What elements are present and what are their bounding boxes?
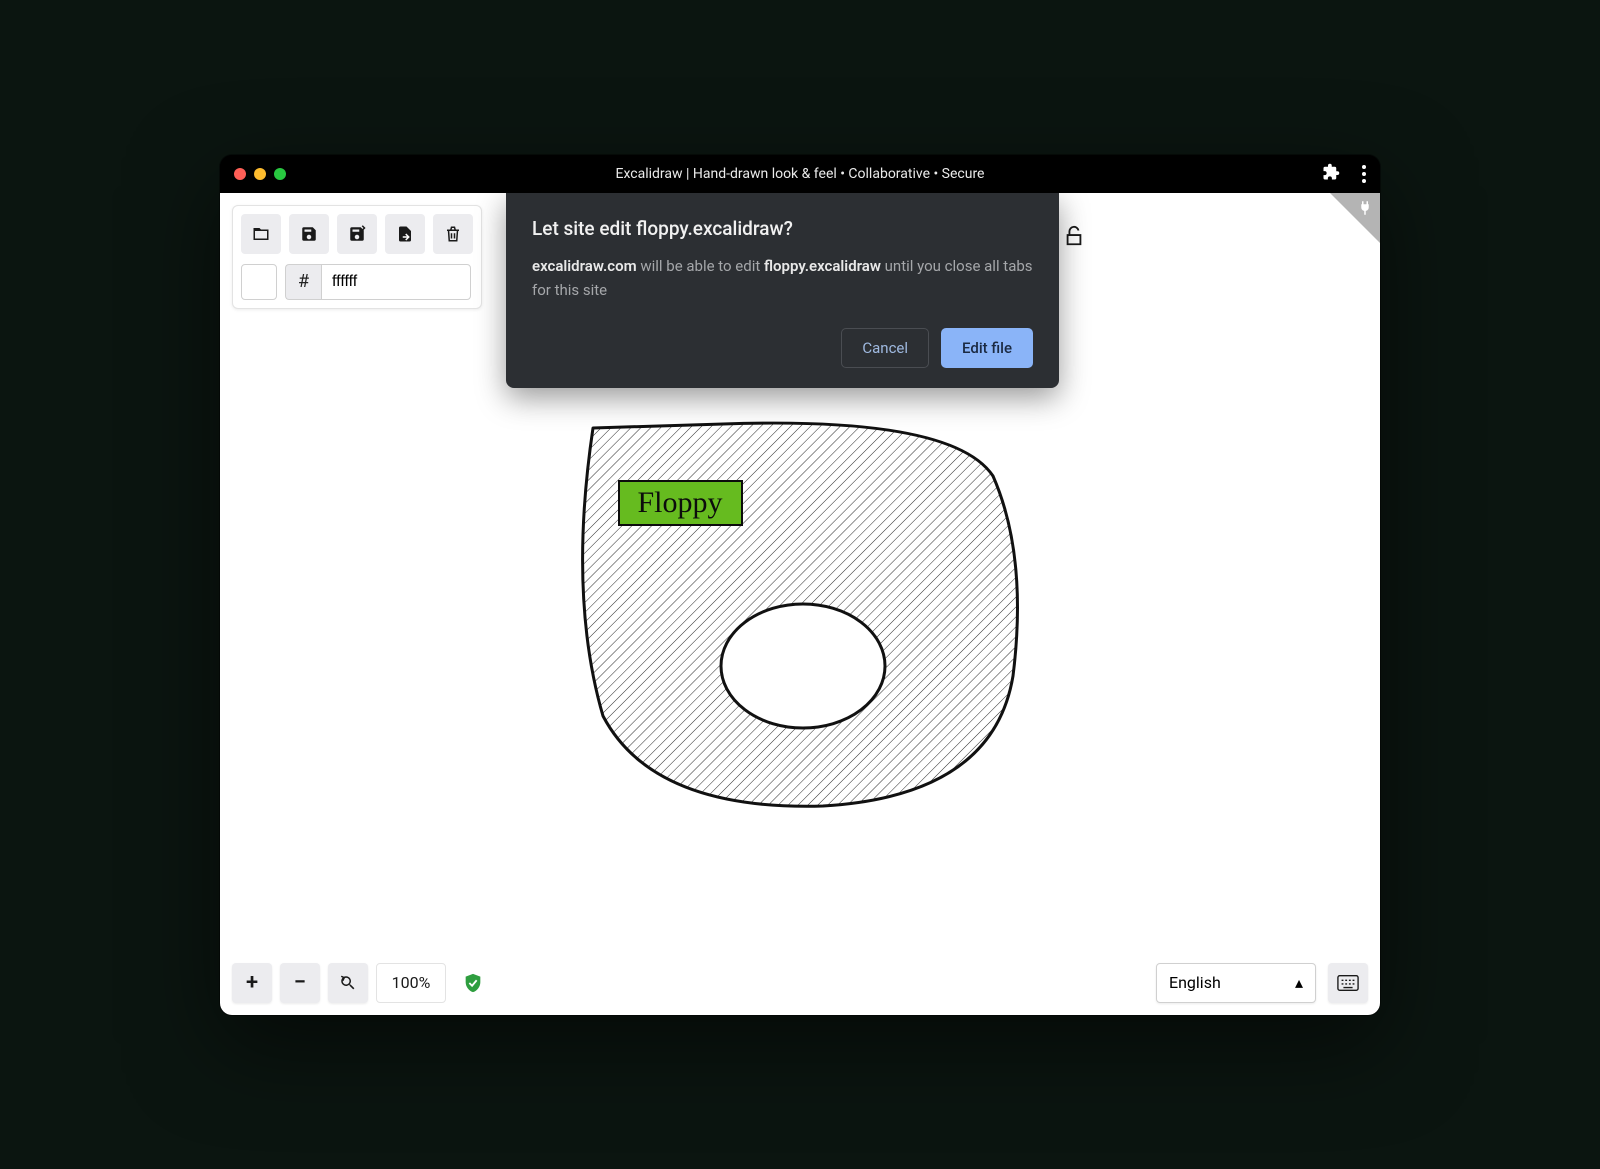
app-viewport: # Let site edit floppy.excalidraw? excal…: [220, 193, 1380, 1015]
dialog-filename: floppy.excalidraw: [764, 257, 881, 275]
browser-window: Excalidraw | Hand-drawn look & feel • Co…: [220, 155, 1380, 1015]
chevron-up-icon: ▴: [1295, 973, 1303, 992]
footer-bar: + − 100% English ▴: [232, 963, 1368, 1003]
export-button[interactable]: [385, 214, 425, 254]
page-title: Excalidraw | Hand-drawn look & feel • Co…: [220, 166, 1380, 182]
traffic-lights: [234, 168, 286, 180]
clear-canvas-button[interactable]: [433, 214, 473, 254]
dialog-body: excalidraw.com will be able to edit flop…: [532, 254, 1033, 302]
floppy-drawing[interactable]: Floppy: [573, 416, 1028, 811]
zoom-out-button[interactable]: −: [280, 963, 320, 1003]
dialog-site-name: excalidraw.com: [532, 257, 637, 275]
save-as-button[interactable]: [337, 214, 377, 254]
file-edit-permission-dialog: Let site edit floppy.excalidraw? excalid…: [506, 193, 1059, 388]
floppy-shape: [573, 416, 1028, 811]
language-select[interactable]: English ▴: [1156, 963, 1316, 1003]
hex-color-input[interactable]: [321, 264, 471, 300]
plug-icon[interactable]: [1356, 199, 1374, 221]
language-value: English: [1169, 973, 1221, 992]
zoom-reset-button[interactable]: [328, 963, 368, 1003]
cancel-button[interactable]: Cancel: [841, 328, 929, 368]
zoom-level[interactable]: 100%: [376, 963, 446, 1003]
zoom-in-button[interactable]: +: [232, 963, 272, 1003]
extensions-icon[interactable]: [1322, 163, 1340, 185]
close-window-button[interactable]: [234, 168, 246, 180]
lock-open-icon[interactable]: [1063, 225, 1085, 247]
browser-menu-icon[interactable]: [1362, 165, 1366, 183]
shortcuts-button[interactable]: [1328, 963, 1368, 1003]
open-file-button[interactable]: [241, 214, 281, 254]
color-swatch[interactable]: [241, 264, 277, 300]
shield-icon: [462, 972, 484, 994]
dialog-heading: Let site edit floppy.excalidraw?: [532, 217, 1033, 240]
hash-prefix: #: [285, 264, 321, 300]
floppy-label[interactable]: Floppy: [618, 480, 743, 526]
titlebar: Excalidraw | Hand-drawn look & feel • Co…: [220, 155, 1380, 193]
top-toolbar: #: [232, 205, 482, 309]
minimize-window-button[interactable]: [254, 168, 266, 180]
maximize-window-button[interactable]: [274, 168, 286, 180]
edit-file-button[interactable]: Edit file: [941, 328, 1033, 368]
save-button[interactable]: [289, 214, 329, 254]
